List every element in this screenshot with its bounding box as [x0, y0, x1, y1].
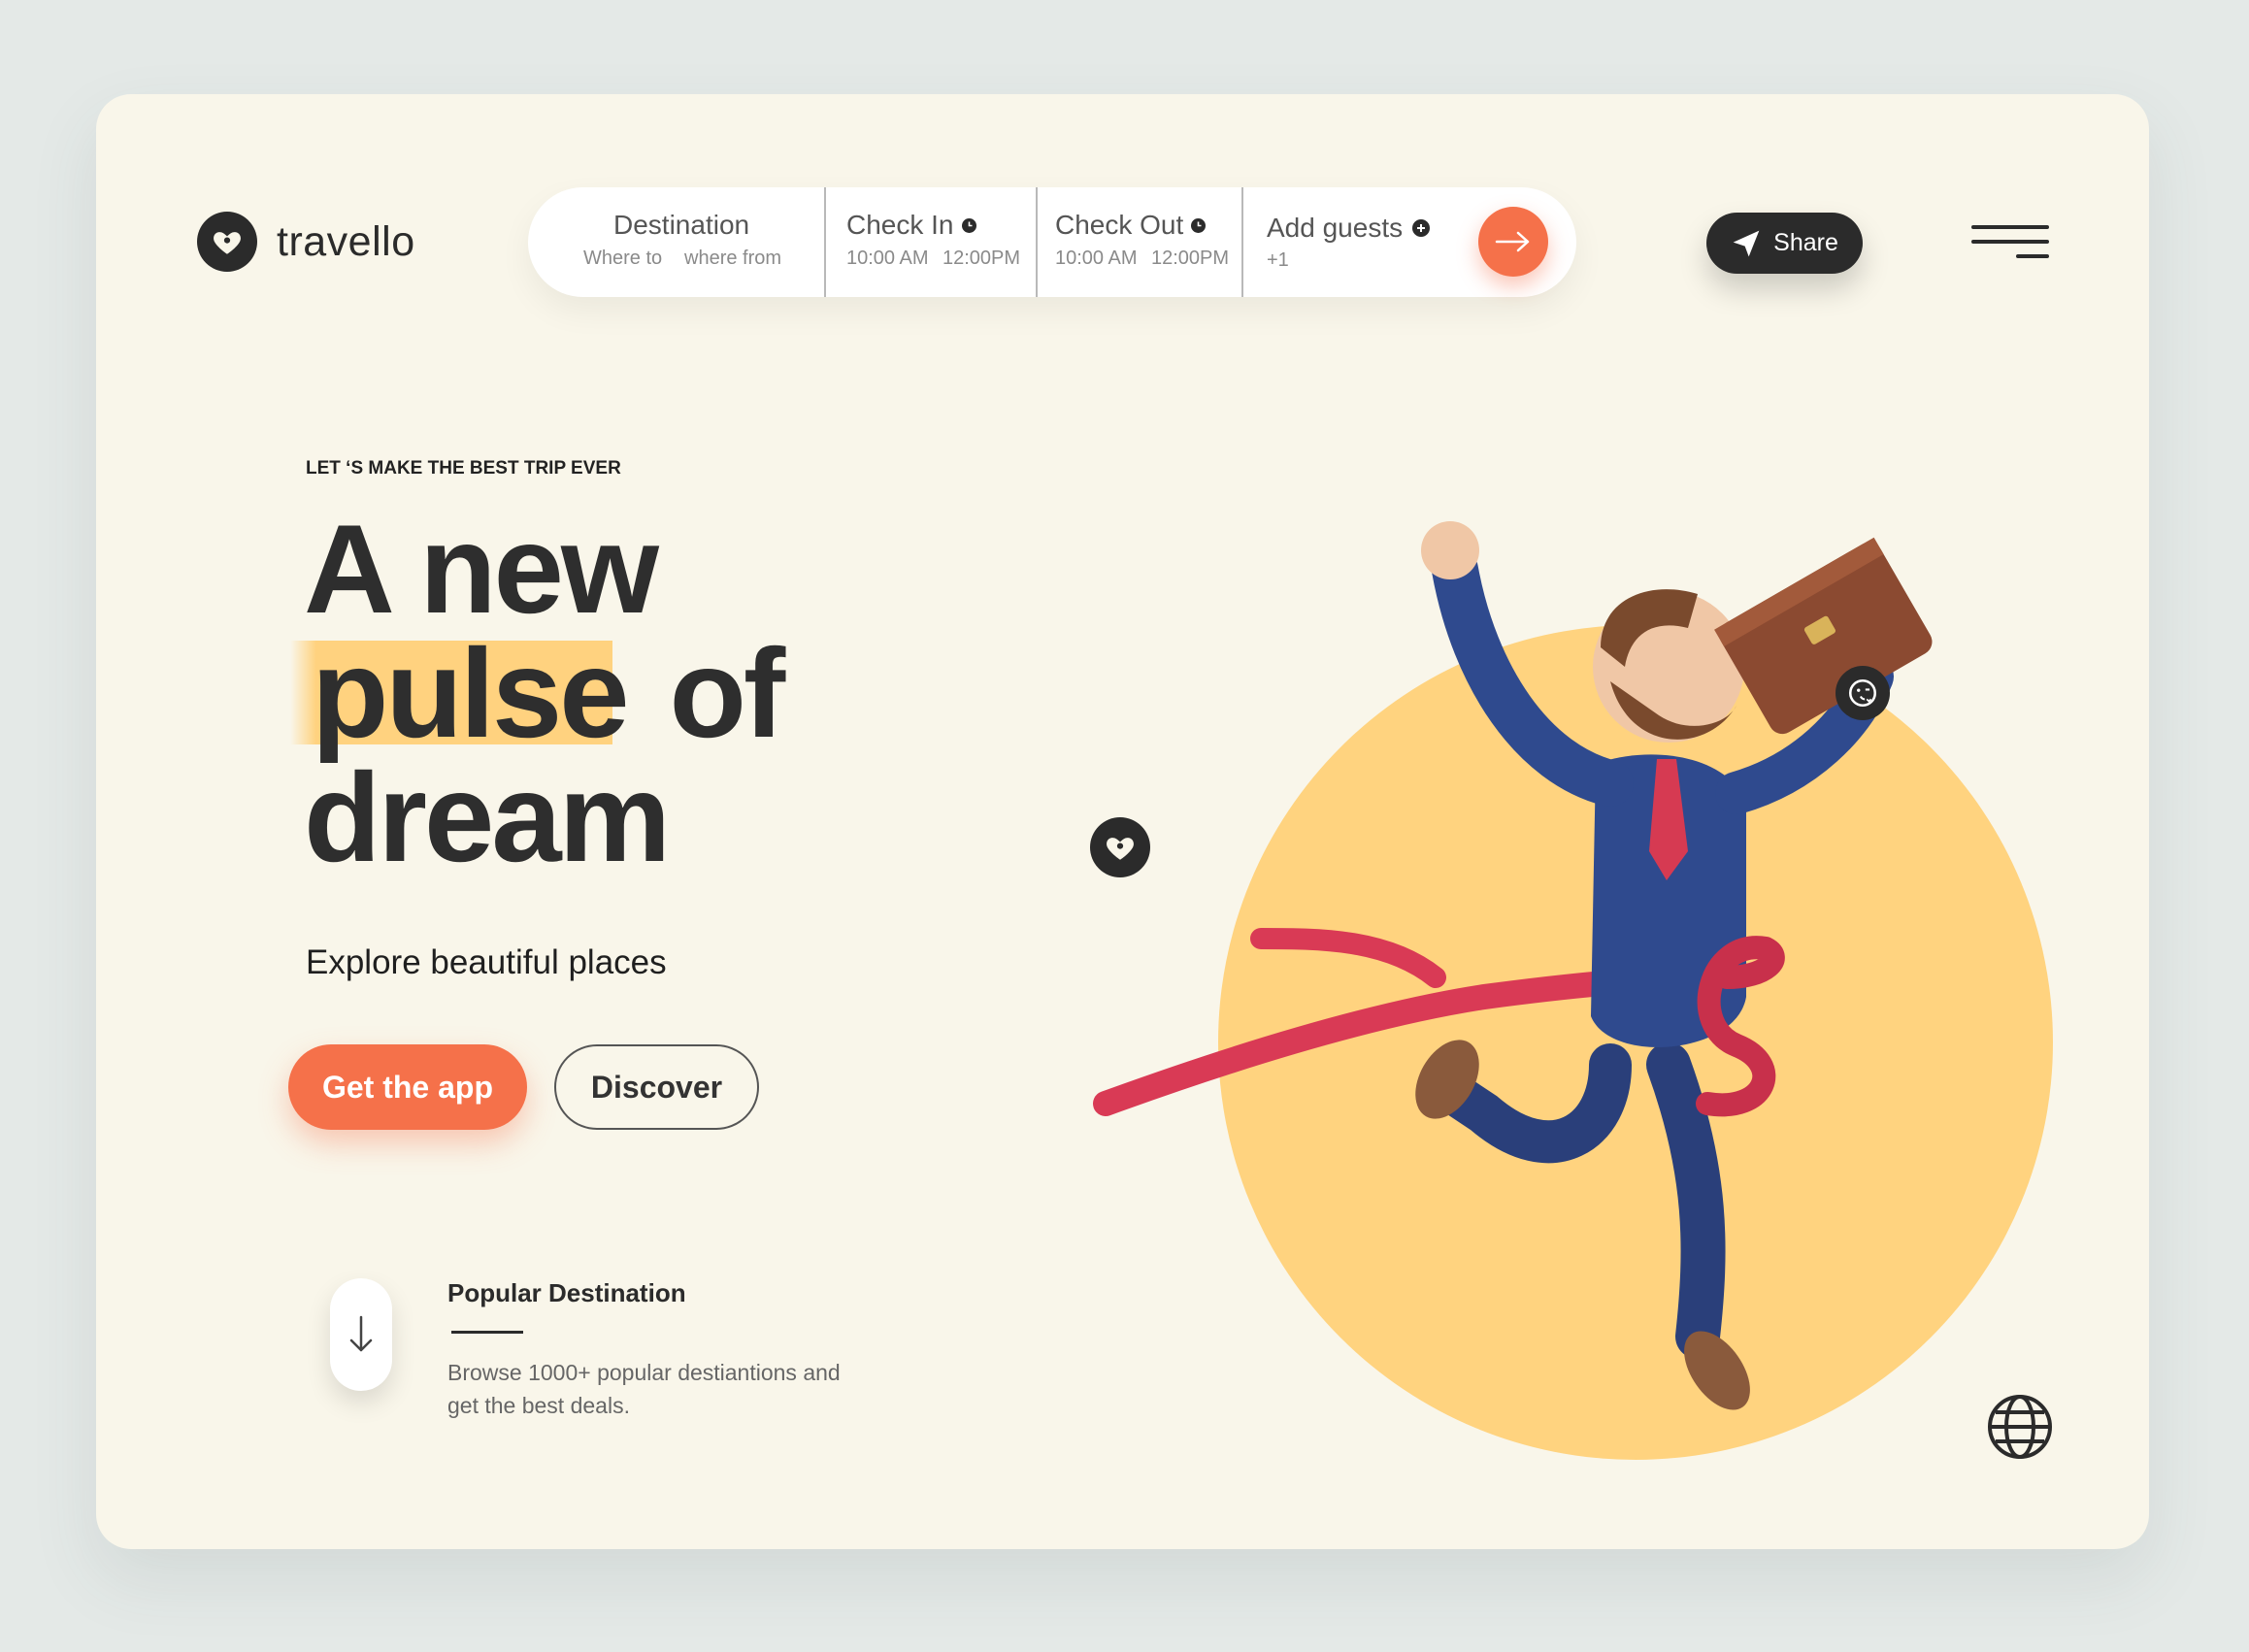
hero-subhead: Explore beautiful places [306, 943, 667, 981]
location-pin-icon[interactable] [1090, 817, 1150, 877]
headline-line-3: dream [304, 746, 671, 888]
search-submit-button[interactable] [1478, 207, 1548, 277]
popular-destination-title[interactable]: Popular Destination [447, 1278, 686, 1308]
guests-field[interactable]: Add guests +1 [1243, 187, 1467, 297]
share-button[interactable]: Share [1706, 213, 1863, 274]
main-card: travello Destination Where to where from… [96, 94, 2149, 1549]
check-out-start: 10:00 AM [1055, 248, 1138, 269]
arrow-down-icon [349, 1315, 373, 1352]
destination-where-to[interactable]: Where to [583, 248, 662, 270]
check-out-field[interactable]: Check Out 10:00 AM 12:00PM [1038, 187, 1241, 297]
share-label: Share [1773, 229, 1838, 256]
hero-eyebrow: LET ‘S MAKE THE BEST TRIP EVER [306, 458, 621, 479]
clock-icon [1191, 217, 1207, 233]
check-in-end: 12:00PM [943, 248, 1021, 269]
clock-icon [961, 217, 976, 233]
check-out-end: 12:00PM [1151, 248, 1230, 269]
guests-count: +1 [1267, 249, 1289, 271]
brand-name: travello [277, 217, 415, 265]
scroll-down-button[interactable] [330, 1278, 392, 1391]
headline-of: of [669, 622, 786, 764]
check-in-label: Check In [846, 210, 954, 240]
check-out-label: Check Out [1055, 210, 1184, 240]
plus-icon[interactable] [1412, 219, 1431, 237]
destination-field[interactable]: Destination Where to where from [528, 187, 824, 297]
hero-illustration [1093, 521, 2053, 1460]
menu-icon[interactable] [1971, 225, 2049, 264]
guests-label: Add guests [1267, 213, 1404, 243]
destination-label: Destination [613, 210, 750, 240]
emoji-icon[interactable] [1836, 666, 1890, 720]
popular-divider [451, 1331, 523, 1334]
globe-icon[interactable] [1986, 1393, 2054, 1461]
headline-line-1: A new [304, 498, 659, 640]
discover-button[interactable]: Discover [554, 1044, 759, 1130]
check-in-field[interactable]: Check In 10:00 AM 12:00PM [826, 187, 1036, 297]
hero-headline: A new pulse of dream [290, 498, 786, 888]
popular-destination-description: Browse 1000+ popular destiantions and ge… [447, 1360, 841, 1418]
get-app-button[interactable]: Get the app [288, 1044, 527, 1130]
heart-pin-icon [197, 212, 257, 272]
search-bar: Destination Where to where from Check In… [528, 187, 1576, 297]
brand-logo[interactable]: travello [197, 212, 415, 272]
check-in-start: 10:00 AM [846, 248, 929, 269]
send-icon [1733, 230, 1760, 256]
destination-where-from[interactable]: where from [684, 248, 781, 270]
headline-highlight: pulse [290, 622, 630, 764]
arrow-right-icon [1495, 231, 1530, 252]
